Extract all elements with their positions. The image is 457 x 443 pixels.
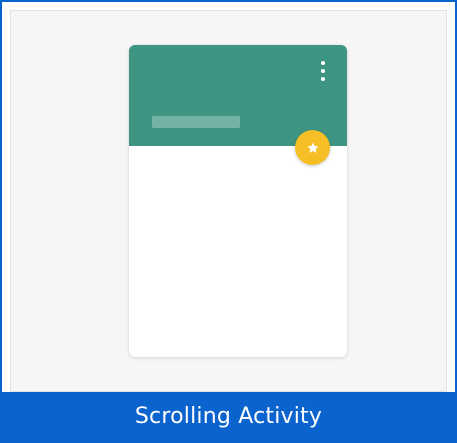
phone-preview-card — [129, 45, 347, 357]
app-bar-title-placeholder — [152, 116, 240, 128]
template-caption-bar: Scrolling Activity — [2, 392, 455, 441]
more-vert-icon — [317, 60, 329, 82]
template-preview — [10, 10, 447, 392]
template-tile[interactable]: Scrolling Activity — [0, 0, 457, 443]
template-caption: Scrolling Activity — [134, 404, 323, 429]
star-icon — [306, 141, 319, 153]
fab-button — [295, 130, 330, 165]
